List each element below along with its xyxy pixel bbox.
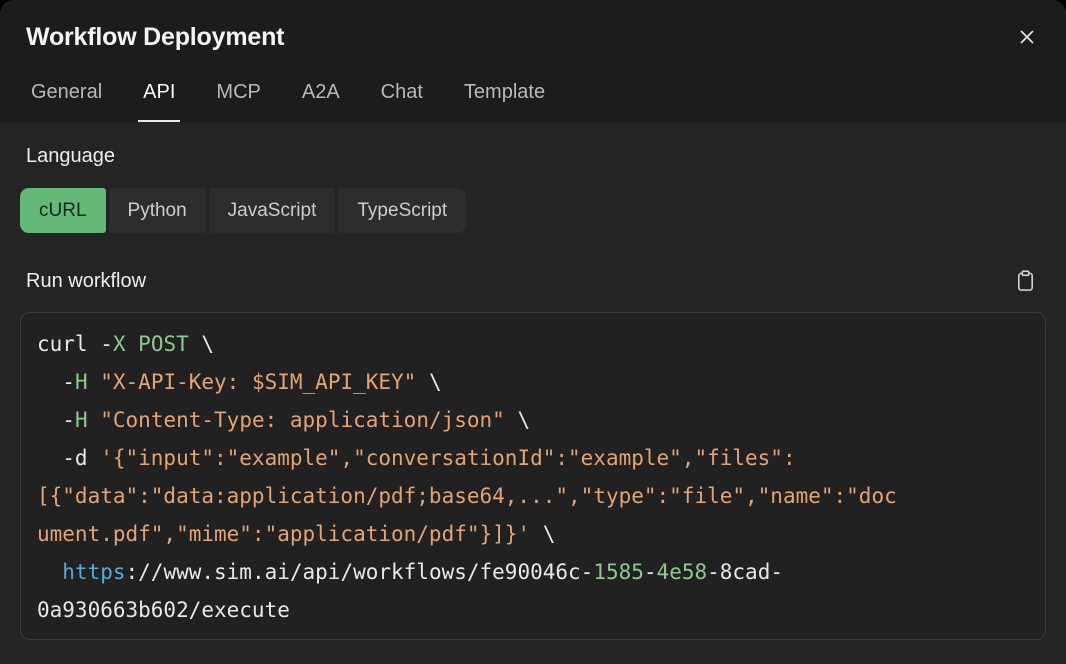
- code-segment: ument.pdf","mime":"application/pdf"}]}': [37, 522, 530, 546]
- code-segment: 1585: [593, 560, 644, 584]
- modal-body: Language cURLPythonJavaScriptTypeScript …: [0, 122, 1066, 664]
- tab-general[interactable]: General: [26, 81, 107, 122]
- code-line: -H "Content-Type: application/json" \: [37, 401, 1029, 439]
- code-segment: -: [644, 560, 657, 584]
- code-segment: H: [75, 408, 88, 432]
- code-segment: \: [530, 522, 555, 546]
- code-segment: https: [62, 560, 125, 584]
- tab-mcp[interactable]: MCP: [211, 81, 265, 122]
- modal-header: Workflow Deployment General API MCP A2A Chat…: [0, 0, 1066, 122]
- code-segment: 4e58: [657, 560, 708, 584]
- tab-a2a[interactable]: A2A: [297, 81, 345, 122]
- code-segment: \: [416, 370, 441, 394]
- code-segment: '{"input":"example","conversationId":"ex…: [100, 446, 795, 470]
- code-segment: -: [37, 408, 75, 432]
- code-segment: [126, 332, 139, 356]
- language-typescript[interactable]: TypeScript: [338, 188, 466, 233]
- language-python[interactable]: Python: [109, 188, 206, 233]
- language-selector: cURLPythonJavaScriptTypeScript: [20, 188, 1046, 233]
- code-segment: "X-API-Key: $SIM_API_KEY": [100, 370, 416, 394]
- language-label: Language: [26, 144, 1046, 168]
- code-segment: [88, 370, 101, 394]
- code-block[interactable]: curl -X POST \ -H "X-API-Key: $SIM_API_K…: [20, 312, 1046, 640]
- code-segment: [37, 560, 62, 584]
- workflow-deployment-modal: Workflow Deployment General API MCP A2A Chat…: [0, 0, 1066, 664]
- tab-template[interactable]: Template: [459, 81, 550, 122]
- code-line: https://www.sim.ai/api/workflows/fe90046…: [37, 553, 1029, 591]
- language-curl[interactable]: cURL: [20, 188, 106, 233]
- code-segment: 0a930663b602/execute: [37, 598, 290, 622]
- clipboard-icon: [1014, 269, 1037, 293]
- code-segment: ://www.sim.ai/api/workflows/fe90046c-: [126, 560, 594, 584]
- code-segment: -8cad-: [707, 560, 783, 584]
- copy-button[interactable]: [1014, 269, 1037, 293]
- tab-api[interactable]: API: [138, 81, 180, 122]
- code-segment: -d: [37, 446, 100, 470]
- code-segment: \: [505, 408, 530, 432]
- code-line: ument.pdf","mime":"application/pdf"}]}' …: [37, 515, 1029, 553]
- code-segment: [{"data":"data:application/pdf;base64,..…: [37, 484, 897, 508]
- code-segment: -: [37, 370, 75, 394]
- code-segment: H: [75, 370, 88, 394]
- code-line: curl -X POST \: [37, 325, 1029, 363]
- code-line: -H "X-API-Key: $SIM_API_KEY" \: [37, 363, 1029, 401]
- code-line: -d '{"input":"example","conversationId":…: [37, 439, 1029, 477]
- code-segment: \: [189, 332, 214, 356]
- code-line: [{"data":"data:application/pdf;base64,..…: [37, 477, 1029, 515]
- code-line: 0a930663b602/execute: [37, 591, 1029, 629]
- code-segment: curl -: [37, 332, 113, 356]
- close-icon: [1016, 26, 1038, 48]
- language-javascript[interactable]: JavaScript: [209, 188, 336, 233]
- tab-bar: General API MCP A2A Chat Template: [26, 81, 1042, 122]
- code-segment: [88, 408, 101, 432]
- code-segment: "Content-Type: application/json": [100, 408, 505, 432]
- modal-title: Workflow Deployment: [26, 22, 284, 52]
- run-workflow-label: Run workflow: [26, 269, 146, 293]
- code-segment: X: [113, 332, 126, 356]
- code-segment: POST: [138, 332, 189, 356]
- tab-chat[interactable]: Chat: [376, 81, 428, 122]
- close-button[interactable]: [1014, 24, 1040, 50]
